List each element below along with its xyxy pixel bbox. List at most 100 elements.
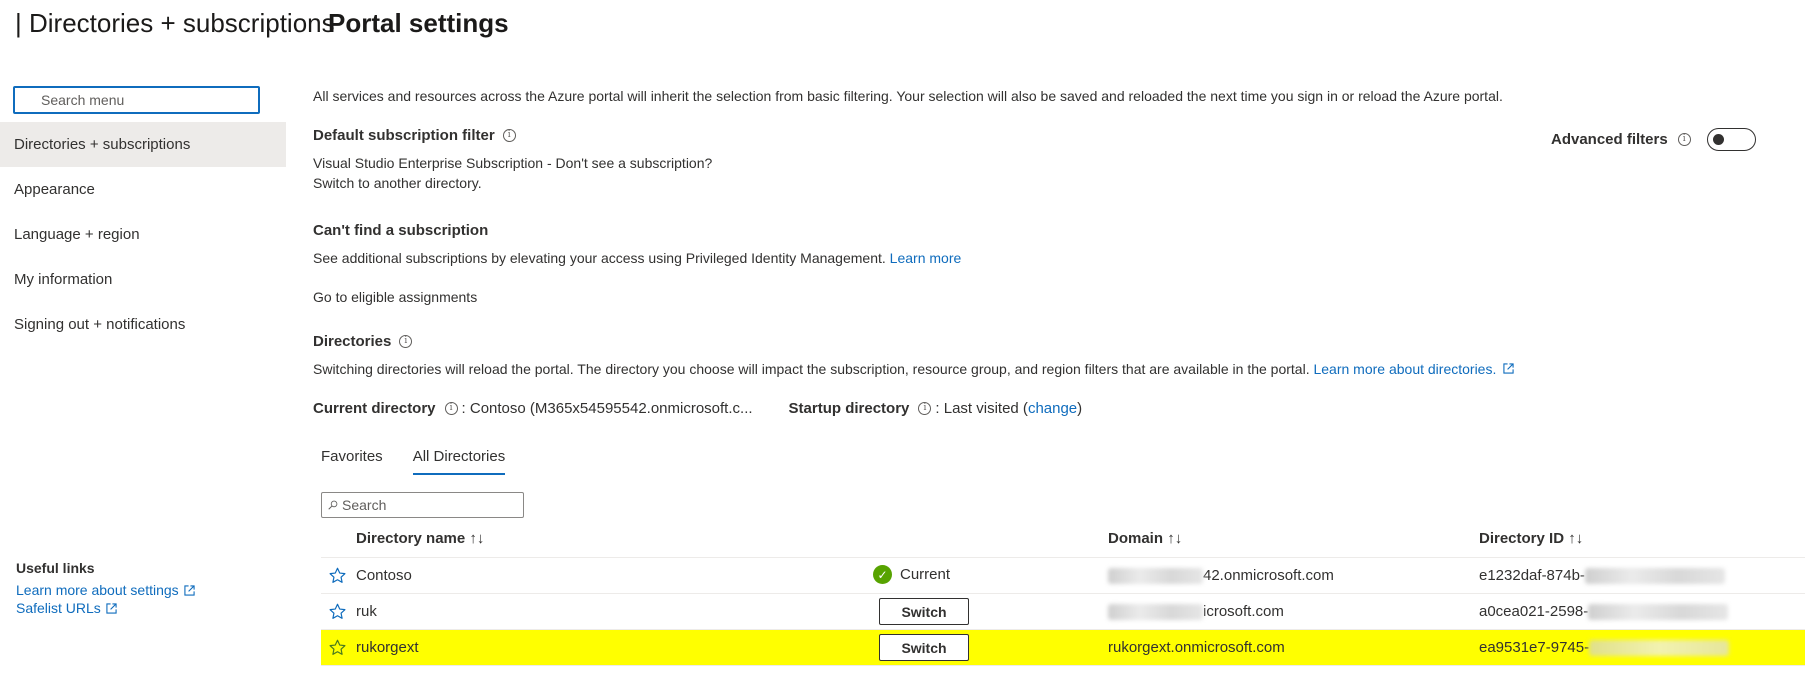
change-startup-directory-link[interactable]: change: [1028, 400, 1077, 417]
title-separator: |: [15, 8, 22, 38]
switch-button[interactable]: Switch: [879, 598, 969, 625]
column-directory-name[interactable]: Directory name ↑↓: [356, 530, 484, 547]
current-directory-label: Current directory: [313, 400, 436, 417]
useful-links: Useful links Learn more about settings S…: [16, 560, 195, 617]
toggle-knob: [1712, 134, 1724, 145]
directories-title: Directories: [313, 333, 392, 350]
directory-name: ruk: [356, 603, 377, 620]
learn-more-directories-link[interactable]: Learn more about directories.: [1313, 361, 1514, 377]
table-row: rukorgext Switch rukorgext.onmicrosoft.c…: [321, 630, 1805, 666]
redacted-blur: [1584, 568, 1725, 585]
info-icon[interactable]: i: [399, 335, 413, 348]
directory-tabs: Favorites All Directories: [321, 448, 506, 475]
table-row: Contoso ✓ Current 42.onmicrosoft.com e12…: [321, 558, 1805, 594]
directories-heading: Directories i: [313, 333, 413, 350]
sidebar-item-appearance[interactable]: Appearance: [0, 167, 286, 212]
domain-visible: icrosoft.com: [1203, 603, 1284, 620]
default-filter-title: Default subscription filter: [313, 127, 495, 144]
directories-text: Switching directories will reload the po…: [313, 361, 1310, 377]
domain-visible: 42.onmicrosoft.com: [1203, 567, 1334, 584]
safelist-urls-label[interactable]: Safelist URLs: [16, 600, 101, 616]
default-filter-line2: Switch to another directory.: [313, 175, 482, 191]
startup-directory-label: Startup directory: [788, 400, 910, 417]
domain-cell: 42.onmicrosoft.com: [1108, 567, 1334, 585]
search-menu-box[interactable]: [13, 86, 260, 114]
go-to-eligible-assignments-link[interactable]: Go to eligible assignments: [313, 289, 477, 305]
directory-id-visible: ea9531e7-9745-: [1479, 639, 1590, 656]
sort-icon[interactable]: ↑↓: [469, 530, 484, 547]
sort-icon[interactable]: ↑↓: [1167, 530, 1182, 547]
column-label[interactable]: Directory name: [356, 530, 465, 547]
column-label[interactable]: Directory ID: [1479, 530, 1564, 547]
cant-find-text: See additional subscriptions by elevatin…: [313, 250, 886, 266]
default-filter-line1: Visual Studio Enterprise Subscription - …: [313, 155, 713, 171]
redacted-blur: [1108, 568, 1203, 585]
sidebar-item-language-region[interactable]: Language + region: [0, 212, 286, 257]
search-icon: [328, 500, 338, 510]
current-status: ✓ Current: [873, 565, 950, 584]
sort-icon[interactable]: ↑↓: [1568, 530, 1583, 547]
sidebar-item-my-information[interactable]: My information: [0, 257, 286, 302]
cant-find-heading: Can't find a subscription: [313, 222, 488, 239]
directory-status-line: Current directory i : Contoso (M365x5459…: [313, 400, 1082, 417]
favorite-star-icon[interactable]: [329, 639, 346, 656]
info-icon[interactable]: i: [918, 402, 932, 415]
table-header: Directory name ↑↓ Domain ↑↓ Directory ID…: [321, 522, 1805, 558]
sidebar-nav: Directories + subscriptions Appearance L…: [0, 122, 286, 347]
cant-find-text-line: See additional subscriptions by elevatin…: [313, 250, 961, 266]
tab-all-directories[interactable]: All Directories: [412, 448, 506, 475]
domain-cell: icrosoft.com: [1108, 603, 1284, 621]
safelist-urls-link[interactable]: Safelist URLs: [16, 599, 195, 617]
directory-id-visible: e1232daf-874b-: [1479, 567, 1585, 584]
redacted-blur: [1588, 604, 1729, 621]
favorite-star-icon[interactable]: [329, 603, 346, 620]
tab-favorites[interactable]: Favorites: [321, 448, 383, 475]
redacted-blur: [1108, 604, 1203, 621]
directories-text-line: Switching directories will reload the po…: [313, 361, 1514, 377]
info-icon[interactable]: i: [1677, 133, 1691, 146]
info-icon[interactable]: i: [444, 402, 458, 415]
directories-table: Directory name ↑↓ Domain ↑↓ Directory ID…: [321, 522, 1805, 666]
advanced-filters-toggle[interactable]: [1706, 128, 1756, 151]
column-label[interactable]: Domain: [1108, 530, 1163, 547]
startup-directory-suffix: ): [1077, 400, 1083, 417]
check-circle-icon: ✓: [873, 565, 892, 584]
directory-id-cell: a0cea021-2598-: [1479, 603, 1729, 621]
sidebar-item-directories-subscriptions[interactable]: Directories + subscriptions: [0, 122, 286, 167]
current-status-label: Current: [900, 566, 951, 583]
learn-more-settings-label[interactable]: Learn more about settings: [16, 582, 179, 598]
info-icon[interactable]: i: [502, 129, 516, 142]
directory-name: rukorgext: [356, 639, 419, 656]
default-subscription-filter-heading: Default subscription filter i: [313, 127, 516, 144]
external-link-icon: [184, 584, 195, 596]
directory-id-cell: e1232daf-874b-: [1479, 567, 1725, 585]
cant-find-title: Can't find a subscription: [313, 222, 489, 239]
switch-button[interactable]: Switch: [879, 634, 969, 661]
directory-id-cell: ea9531e7-9745-: [1479, 639, 1730, 657]
directory-name: Contoso: [356, 567, 412, 584]
table-row: ruk Switch icrosoft.com a0cea021-2598-: [321, 594, 1805, 630]
favorite-star-icon[interactable]: [329, 567, 346, 584]
startup-directory-prefix: : Last visited (: [935, 400, 1028, 417]
directory-search-box[interactable]: [321, 492, 524, 518]
current-directory-value: : Contoso (M365x54595542.onmicrosoft.c..…: [461, 400, 753, 417]
external-link-icon: [106, 602, 117, 614]
sidebar-item-signing-out-notifications[interactable]: Signing out + notifications: [0, 302, 286, 347]
main-content: All services and resources across the Az…: [313, 0, 1805, 679]
redacted-blur: [1589, 640, 1730, 657]
column-domain[interactable]: Domain ↑↓: [1108, 530, 1182, 547]
directory-id-visible: a0cea021-2598-: [1479, 603, 1589, 620]
intro-text: All services and resources across the Az…: [313, 88, 1503, 104]
column-directory-id[interactable]: Directory ID ↑↓: [1479, 530, 1583, 547]
pim-learn-more-link[interactable]: Learn more: [890, 250, 962, 266]
search-menu-input[interactable]: [15, 88, 258, 112]
useful-links-heading: Useful links: [16, 560, 95, 576]
learn-more-directories-label[interactable]: Learn more about directories.: [1313, 361, 1496, 377]
page-title: Portal settings | Directories + subscrip…: [15, 8, 509, 39]
page-title-sub: Directories + subscriptions: [29, 8, 335, 38]
directory-search-input[interactable]: [338, 493, 523, 517]
external-link-icon: [1503, 363, 1514, 374]
domain-cell: rukorgext.onmicrosoft.com: [1108, 639, 1285, 656]
learn-more-settings-link[interactable]: Learn more about settings: [16, 581, 195, 599]
advanced-filters-label: Advanced filters: [1551, 131, 1668, 148]
